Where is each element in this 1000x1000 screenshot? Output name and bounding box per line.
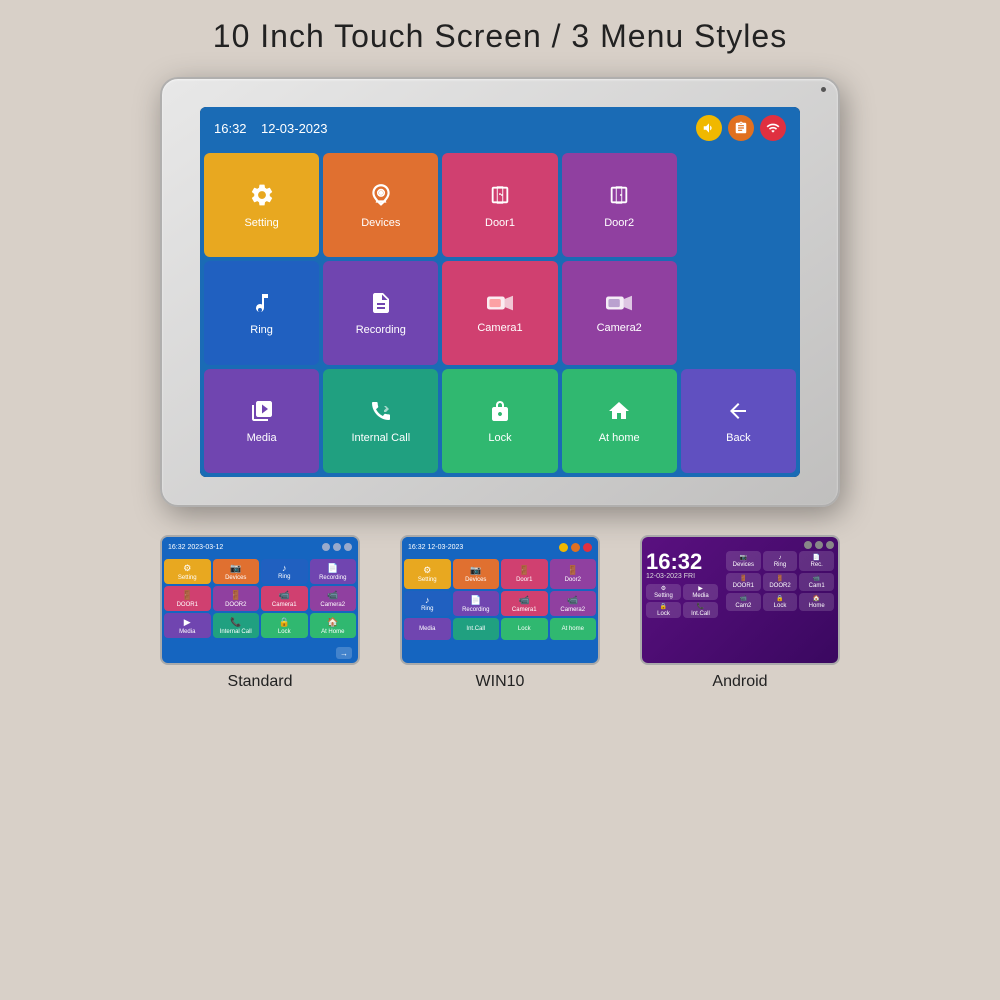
thumb-win-icons (559, 543, 592, 552)
music-icon (250, 291, 274, 315)
gear-icon (249, 182, 275, 208)
thumb-android-inner: 16:32 12-03-2023 FRI ⚙Setting ▶Media 🔒Lo… (642, 537, 838, 663)
recording-icon (369, 291, 393, 315)
page-title: 10 Inch Touch Screen / 3 Menu Styles (0, 0, 1000, 67)
thumb-standard-item: 16:32 2023-03-12 ⚙Setting 📷Devices ♪Ring… (160, 535, 360, 691)
door2-icon (608, 182, 630, 208)
date: 12-03-2023 (261, 121, 328, 136)
menu-item-ring[interactable]: Ring (204, 261, 319, 365)
camera-dot (821, 87, 826, 92)
thumb-android-label: Android (712, 673, 767, 691)
speaker-icon (702, 121, 716, 135)
clipboard-icon (734, 121, 748, 135)
thumb-std-icons (322, 543, 352, 551)
menu-item-camera1[interactable]: Camera1 (442, 261, 557, 365)
menu-item-at-home[interactable]: At home (562, 369, 677, 473)
record-icon-btn[interactable] (728, 115, 754, 141)
screen-icons (696, 115, 786, 141)
thumb-win10-topbar: 16:32 12-03-2023 (402, 537, 598, 557)
menu-item-door1[interactable]: Door1 (442, 153, 557, 257)
menu-item-devices[interactable]: Devices (323, 153, 438, 257)
thumb-win10-label: WIN10 (476, 673, 525, 691)
menu-item-media[interactable]: Media (204, 369, 319, 473)
time: 16:32 (214, 121, 247, 136)
menu-label-internal-call: Internal Call (351, 432, 410, 444)
thumb-android-frame: 16:32 12-03-2023 FRI ⚙Setting ▶Media 🔒Lo… (640, 535, 840, 665)
menu-item-recording[interactable]: Recording (323, 261, 438, 365)
menu-item-lock[interactable]: Lock (442, 369, 557, 473)
screen-topbar: 16:32 12-03-2023 (200, 107, 800, 149)
menu-item-internal-call[interactable]: Internal Call (323, 369, 438, 473)
home-icon (607, 399, 631, 423)
thumb-android-date: 12-03-2023 FRI (646, 573, 718, 580)
menu-item-setting[interactable]: Setting (204, 153, 319, 257)
menu-label-camera2: Camera2 (597, 322, 642, 334)
media-icon (250, 399, 274, 423)
menu-label-at-home: At home (599, 432, 640, 444)
door1-icon (489, 182, 511, 208)
menu-item-back[interactable]: Back (681, 369, 796, 473)
device-screen: 16:32 12-03-2023 (200, 107, 800, 477)
menu-label-lock: Lock (488, 432, 511, 444)
menu-item-empty-1 (681, 153, 796, 257)
menu-label-ring: Ring (250, 324, 273, 336)
device-frame: 16:32 12-03-2023 (160, 77, 840, 507)
main-device-wrapper: 16:32 12-03-2023 (0, 77, 1000, 507)
menu-item-door2[interactable]: Door2 (562, 153, 677, 257)
thumb-standard-topbar: 16:32 2023-03-12 (162, 537, 358, 557)
sound-icon-btn[interactable] (696, 115, 722, 141)
thumb-standard-label: Standard (228, 673, 293, 691)
thumb-std-time: 16:32 2023-03-12 (168, 544, 223, 551)
time-date: 16:32 12-03-2023 (214, 121, 328, 136)
camera2-icon (606, 293, 632, 313)
menu-item-empty-2 (681, 261, 796, 365)
thumbnails-section: 16:32 2023-03-12 ⚙Setting 📷Devices ♪Ring… (0, 535, 1000, 691)
thumb-standard-frame: 16:32 2023-03-12 ⚙Setting 📷Devices ♪Ring… (160, 535, 360, 665)
menu-label-media: Media (247, 432, 277, 444)
camera1-icon (487, 293, 513, 313)
thumb-android-main: 16:32 12-03-2023 FRI ⚙Setting ▶Media 🔒Lo… (646, 551, 834, 618)
thumb-android-topicons (646, 541, 834, 549)
thumb-std-arrow: → (336, 647, 352, 659)
menu-label-camera1: Camera1 (477, 322, 522, 334)
back-icon (726, 399, 750, 423)
menu-item-camera2[interactable]: Camera2 (562, 261, 677, 365)
thumb-android-item: 16:32 12-03-2023 FRI ⚙Setting ▶Media 🔒Lo… (640, 535, 840, 691)
menu-label-devices: Devices (361, 217, 400, 229)
menu-label-door2: Door2 (604, 217, 634, 229)
thumb-win10-item: 16:32 12-03-2023 ⚙Setting 📷Devices 🚪Door… (400, 535, 600, 691)
phone-icon (369, 399, 393, 423)
thumb-std-grid: ⚙Setting 📷Devices ♪Ring 📄Recording 🚪DOOR… (162, 557, 358, 640)
thumb-win10-frame: 16:32 12-03-2023 ⚙Setting 📷Devices 🚪Door… (400, 535, 600, 665)
wifi-icon-btn[interactable] (760, 115, 786, 141)
menu-label-back: Back (726, 432, 750, 444)
lock-icon (488, 399, 512, 423)
menu-label-setting: Setting (244, 217, 278, 229)
menu-label-door1: Door1 (485, 217, 515, 229)
menu-grid: Setting Devices (200, 149, 800, 477)
menu-label-recording: Recording (356, 324, 406, 336)
thumb-android-time: 16:32 (646, 551, 718, 573)
thumb-win-time: 16:32 12-03-2023 (408, 544, 463, 551)
thumb-win10-grid: ⚙Setting 📷Devices 🚪Door1 🚪Door2 ♪Ring 📄R… (402, 557, 598, 642)
camera-device-icon (368, 182, 394, 208)
wifi-icon (766, 121, 780, 135)
